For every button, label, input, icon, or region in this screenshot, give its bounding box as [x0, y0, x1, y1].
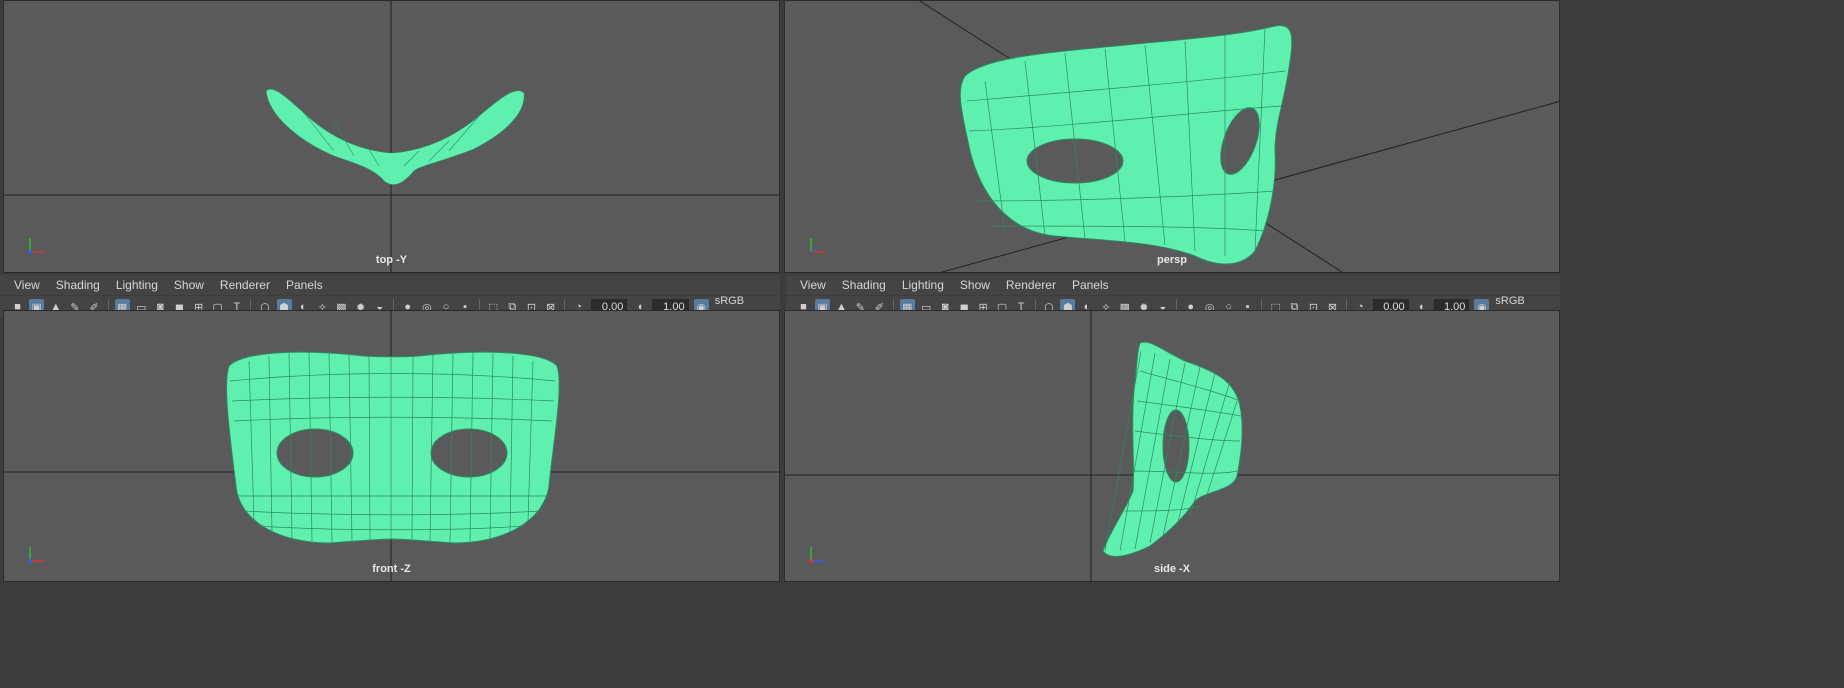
- menu-renderer[interactable]: Renderer: [220, 278, 270, 292]
- menu-lighting[interactable]: Lighting: [902, 278, 944, 292]
- mask-mesh-persp: [959, 24, 1293, 265]
- right-side-panel: [1562, 0, 1844, 688]
- viewport-side[interactable]: side -X: [784, 310, 1560, 582]
- menu-shading[interactable]: Shading: [842, 278, 886, 292]
- panel-menubar-right: View Shading Lighting Show Renderer Pane…: [786, 275, 1560, 295]
- mask-mesh-side: [1102, 341, 1243, 557]
- viewport-label-side: side -X: [1153, 563, 1191, 575]
- axis-gizmo-top: [28, 238, 44, 254]
- top-view-scene: [4, 1, 779, 272]
- axis-gizmo-front: [28, 547, 44, 563]
- viewport-label-persp: persp: [1157, 254, 1187, 266]
- menu-view[interactable]: View: [14, 278, 40, 292]
- menu-show[interactable]: Show: [960, 278, 990, 292]
- axis-gizmo-persp: [810, 238, 825, 253]
- mask-mesh-front: [226, 351, 560, 544]
- menu-view[interactable]: View: [800, 278, 826, 292]
- front-view-scene: [4, 311, 779, 581]
- menu-renderer[interactable]: Renderer: [1006, 278, 1056, 292]
- panel-menubar-left: View Shading Lighting Show Renderer Pane…: [0, 275, 780, 295]
- viewport-label-top: top -Y: [375, 254, 408, 266]
- menu-show[interactable]: Show: [174, 278, 204, 292]
- viewport-persp[interactable]: persp: [784, 0, 1560, 273]
- axis-gizmo-side: [809, 547, 825, 563]
- mask-mesh-top: [265, 88, 525, 185]
- menu-panels[interactable]: Panels: [286, 278, 323, 292]
- side-view-scene: [785, 311, 1559, 581]
- viewport-front[interactable]: front -Z: [3, 310, 780, 582]
- viewport-top[interactable]: top -Y: [3, 0, 780, 273]
- menu-shading[interactable]: Shading: [56, 278, 100, 292]
- viewport-label-front: front -Z: [372, 563, 411, 575]
- menu-panels[interactable]: Panels: [1072, 278, 1109, 292]
- menu-lighting[interactable]: Lighting: [116, 278, 158, 292]
- persp-view-scene: [919, 1, 1559, 272]
